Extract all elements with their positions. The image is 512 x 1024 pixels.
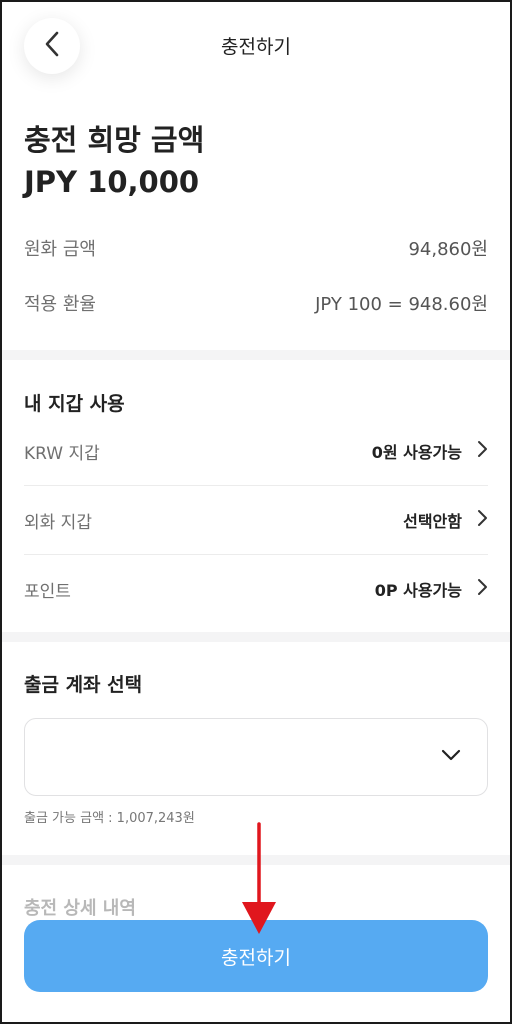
- section-divider: [2, 350, 510, 360]
- wallet-item-label: KRW 지갑: [24, 443, 100, 464]
- wallet-item-krw[interactable]: KRW 지갑 0원 사용가능: [24, 417, 488, 485]
- chevron-right-icon: [476, 509, 488, 531]
- screen: 충전하기 충전 희망 금액 JPY 10,000 원화 금액 94,860원 적…: [0, 0, 512, 1024]
- info-value: JPY 100 = 948.60원: [315, 294, 488, 315]
- available-amount-text: 출금 가능 금액 : 1,007,243원: [24, 811, 195, 826]
- chevron-right-icon: [476, 440, 488, 462]
- amount-title: 충전 희망 금액: [24, 123, 205, 157]
- header: 충전하기: [2, 2, 510, 90]
- page-title: 충전하기: [221, 36, 291, 58]
- detail-section-title: 충전 상세 내역: [24, 898, 136, 919]
- wallet-item-value: 0P 사용가능: [374, 581, 462, 600]
- section-divider: [2, 632, 510, 642]
- exchange-rate-row: 적용 환율 JPY 100 = 948.60원: [24, 288, 488, 318]
- wallet-section-title: 내 지갑 사용: [24, 393, 125, 415]
- krw-amount-row: 원화 금액 94,860원: [24, 233, 488, 263]
- charge-button-label: 충전하기: [221, 946, 291, 969]
- wallet-item-points[interactable]: 포인트 0P 사용가능: [24, 555, 488, 623]
- info-value: 94,860원: [408, 239, 488, 260]
- account-section-title: 출금 계좌 선택: [24, 674, 143, 696]
- wallet-item-label: 외화 지갑: [24, 512, 92, 533]
- info-label: 원화 금액: [24, 239, 96, 260]
- chevron-right-icon: [476, 578, 488, 600]
- account-select[interactable]: [24, 718, 488, 796]
- wallet-item-value: 선택안함: [403, 512, 462, 531]
- amount-value: JPY 10,000: [24, 165, 200, 199]
- wallet-item-value: 0원 사용가능: [371, 443, 462, 462]
- annotation-arrow-icon: [242, 822, 276, 934]
- wallet-item-foreign[interactable]: 외화 지갑 선택안함: [24, 486, 488, 554]
- chevron-down-icon: [441, 747, 461, 766]
- wallet-item-label: 포인트: [24, 581, 71, 602]
- info-label: 적용 환율: [24, 294, 96, 315]
